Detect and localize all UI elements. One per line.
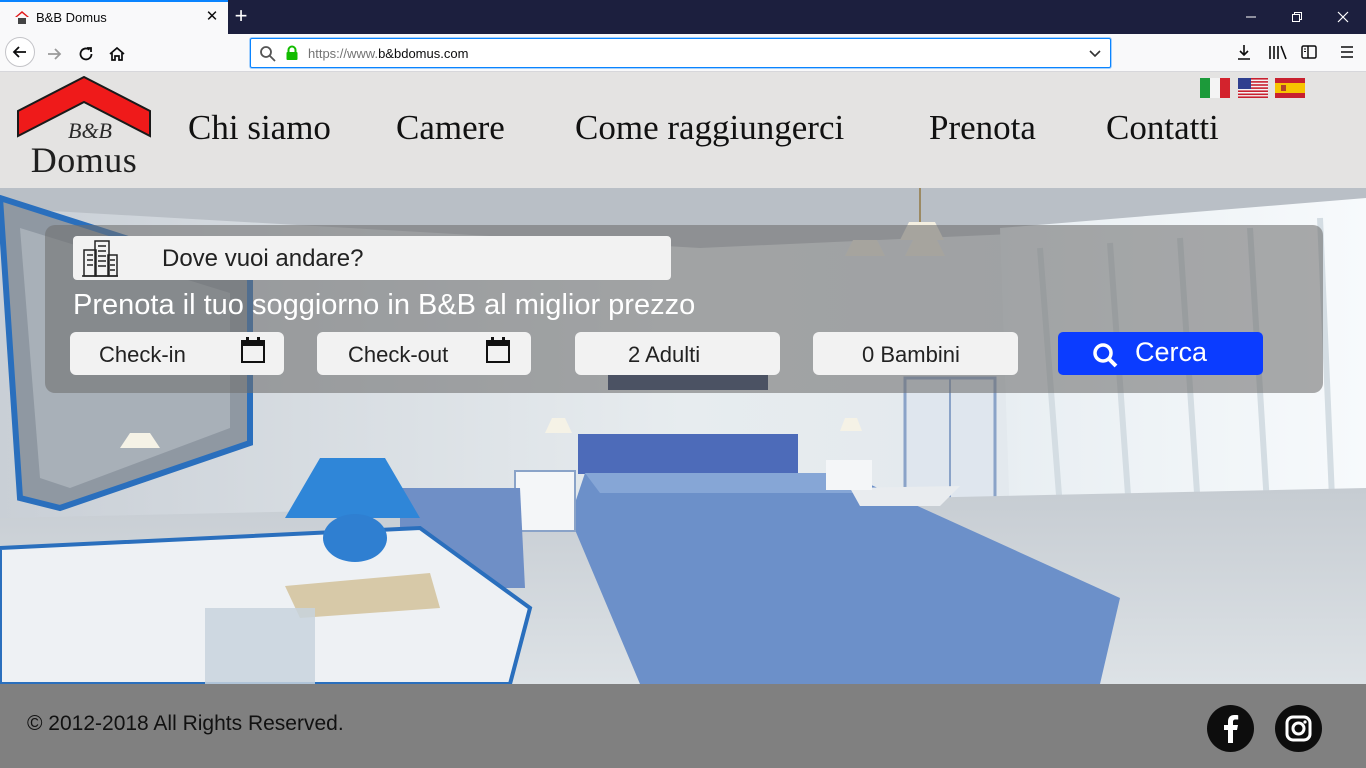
url-domain: b&bdomus.com: [378, 46, 469, 61]
site-header: B&B Domus Chi siamo Camere Come raggiung…: [0, 72, 1366, 188]
address-bar[interactable]: https://www.b&bdomus.com: [250, 38, 1111, 68]
house-favicon-icon: [14, 9, 30, 25]
nav-contatti[interactable]: Contatti: [1106, 108, 1219, 148]
magnifier-icon: [1092, 342, 1118, 375]
browser-tab[interactable]: B&B Domus ✕: [0, 0, 228, 34]
booking-tagline: Prenota il tuo soggiorno in B&B al migli…: [73, 289, 696, 321]
instagram-icon[interactable]: [1275, 705, 1322, 752]
hamburger-menu-icon[interactable]: [1338, 43, 1358, 63]
forward-icon[interactable]: [40, 40, 68, 68]
destination-placeholder: Dove vuoi andare?: [162, 245, 364, 272]
restore-icon[interactable]: [1274, 0, 1320, 34]
lock-icon[interactable]: [285, 45, 299, 66]
tab-title: B&B Domus: [36, 10, 107, 25]
nav-prenota[interactable]: Prenota: [929, 108, 1036, 148]
booking-search-panel: Dove vuoi andare? Prenota il tuo soggior…: [45, 225, 1323, 393]
adults-field[interactable]: 2 Adulti: [575, 332, 780, 375]
url-text: https://www.b&bdomus.com: [308, 46, 468, 61]
search-icon: [259, 45, 277, 68]
download-icon[interactable]: [1235, 43, 1255, 63]
nav-come-raggiungerci[interactable]: Come raggiungerci: [575, 108, 844, 148]
chevron-down-icon[interactable]: [1088, 47, 1102, 65]
browser-navbar: https://www.b&bdomus.com: [0, 34, 1366, 72]
italian-flag-icon[interactable]: [1200, 78, 1230, 98]
logo-name-text: Domus: [30, 140, 138, 180]
checkout-label: Check-out: [348, 342, 449, 367]
copyright-text: © 2012-2018 All Rights Reserved.: [27, 712, 344, 735]
checkin-field[interactable]: Check-in: [70, 332, 284, 375]
checkin-label: Check-in: [99, 342, 186, 367]
reload-icon[interactable]: [72, 40, 100, 68]
children-label: 0 Bambini: [862, 342, 960, 367]
site-footer: © 2012-2018 All Rights Reserved.: [0, 684, 1366, 768]
library-icon[interactable]: [1268, 43, 1288, 63]
url-prefix: https://www.: [308, 46, 379, 61]
us-flag-icon[interactable]: [1238, 78, 1268, 98]
destination-input[interactable]: Dove vuoi andare?: [73, 236, 671, 280]
nav-camere[interactable]: Camere: [396, 108, 505, 148]
minimize-icon[interactable]: [1228, 0, 1274, 34]
search-button[interactable]: Cerca: [1058, 332, 1263, 375]
web-page: B&B Domus Chi siamo Camere Come raggiung…: [0, 72, 1366, 768]
search-button-label: Cerca: [1135, 337, 1208, 367]
new-tab-icon[interactable]: +: [230, 4, 252, 28]
spanish-flag-icon[interactable]: [1275, 78, 1305, 98]
calendar-icon[interactable]: [485, 336, 511, 370]
adults-label: 2 Adulti: [628, 342, 701, 367]
buildings-icon: [81, 238, 119, 283]
nav-chi-siamo[interactable]: Chi siamo: [188, 108, 331, 148]
home-icon[interactable]: [103, 40, 131, 68]
close-tab-icon[interactable]: ✕: [204, 9, 220, 25]
site-logo[interactable]: B&B Domus: [16, 75, 152, 184]
facebook-icon[interactable]: [1207, 705, 1254, 752]
browser-titlebar: B&B Domus ✕ +: [0, 0, 1366, 34]
back-button[interactable]: [5, 37, 35, 67]
checkout-field[interactable]: Check-out: [317, 332, 531, 375]
children-field[interactable]: 0 Bambini: [813, 332, 1018, 375]
close-window-icon[interactable]: [1320, 0, 1366, 34]
calendar-icon[interactable]: [240, 336, 266, 370]
sidebar-icon[interactable]: [1300, 43, 1320, 63]
